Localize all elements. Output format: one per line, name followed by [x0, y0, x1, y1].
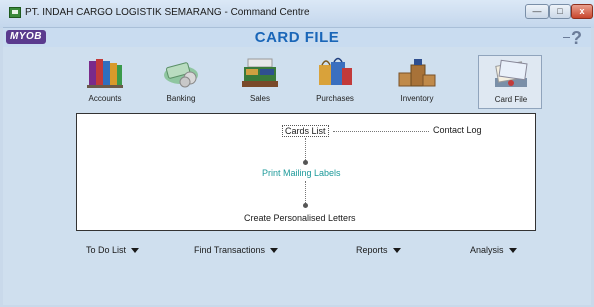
module-label: Accounts — [88, 94, 122, 103]
connector-node — [303, 160, 308, 165]
card-file-workflow-panel: Cards List Contact Log Print Mailing Lab… — [76, 113, 536, 231]
find-transactions-label: Find Transactions — [194, 245, 266, 255]
contact-log-link[interactable]: Contact Log — [433, 125, 482, 135]
module-label: Sales — [249, 94, 270, 103]
module-purchases-button[interactable]: Purchases — [303, 55, 367, 109]
purchases-bags-icon — [319, 57, 352, 85]
connector-line — [305, 181, 306, 203]
connector-node — [303, 203, 308, 208]
chevron-down-icon — [392, 248, 401, 254]
close-button[interactable]: x — [571, 4, 593, 19]
sales-register-icon — [242, 58, 278, 87]
accounts-books-icon — [87, 59, 123, 88]
module-sales-button[interactable]: Sales — [228, 55, 292, 109]
chevron-down-icon — [508, 248, 517, 254]
find-transactions-menu[interactable]: Find Transactions — [194, 245, 279, 255]
app-window-icon — [9, 7, 21, 18]
window-title: PT. INDAH CARGO LOGISTIK SEMARANG - Comm… — [25, 7, 310, 18]
card-file-rolodex-icon — [495, 59, 528, 87]
minimize-button[interactable]: — — [525, 4, 549, 19]
reports-label: Reports — [356, 245, 388, 255]
analysis-menu[interactable]: Analysis — [470, 245, 517, 255]
command-centre-window: PT. INDAH CARGO LOGISTIK SEMARANG - Comm… — [0, 0, 594, 307]
todo-list-label: To Do List — [86, 245, 127, 255]
module-label: Inventory — [400, 94, 434, 103]
banking-money-icon — [164, 62, 198, 88]
chevron-down-icon — [270, 248, 279, 254]
module-label: Banking — [166, 94, 196, 103]
title-bar[interactable]: PT. INDAH CARGO LOGISTIK SEMARANG - Comm… — [0, 0, 594, 28]
create-personalised-letters-link[interactable]: Create Personalised Letters — [244, 213, 356, 223]
help-icon[interactable]: ? — [563, 28, 582, 49]
reports-menu[interactable]: Reports — [356, 245, 401, 255]
cards-list-link[interactable]: Cards List — [282, 125, 329, 137]
module-header: MYOB CARD FILE ? — [3, 27, 591, 48]
connector-line — [305, 138, 306, 160]
maximize-button[interactable]: □ — [549, 4, 571, 19]
module-label: Purchases — [316, 94, 354, 103]
todo-list-menu[interactable]: To Do List — [86, 245, 140, 255]
module-inventory-button[interactable]: Inventory — [385, 55, 449, 109]
print-mailing-labels-link[interactable]: Print Mailing Labels — [262, 168, 341, 178]
module-card-file-button[interactable]: Card File — [478, 55, 542, 109]
module-banking-button[interactable]: Banking — [149, 55, 213, 109]
module-accounts-button[interactable]: Accounts — [73, 55, 137, 109]
inventory-boxes-icon — [398, 59, 436, 87]
module-label: Card File — [494, 95, 528, 104]
connector-line — [333, 131, 429, 132]
chevron-down-icon — [131, 248, 140, 254]
analysis-label: Analysis — [470, 245, 504, 255]
module-title: CARD FILE — [254, 29, 340, 46]
